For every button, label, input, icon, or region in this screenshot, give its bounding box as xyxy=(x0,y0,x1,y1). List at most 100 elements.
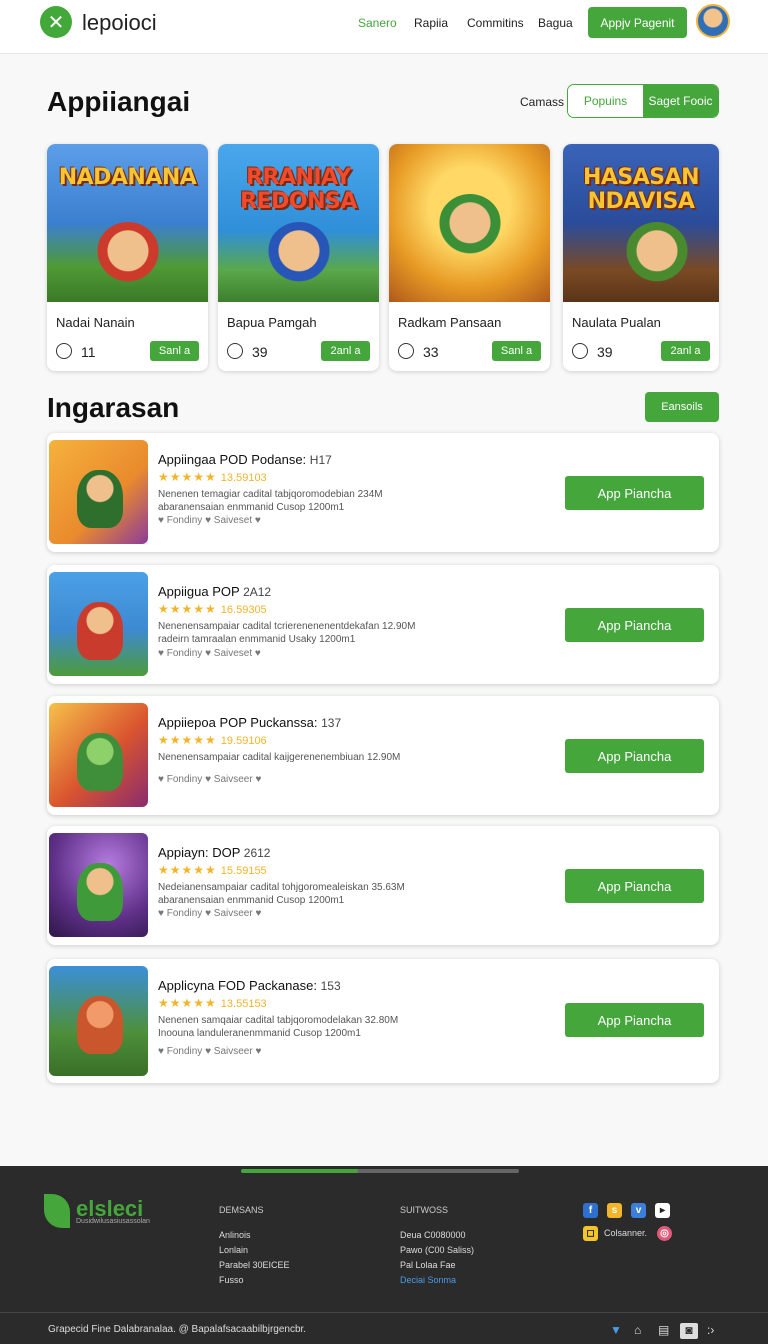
play-icon[interactable]: ▸ xyxy=(655,1203,670,1218)
sort-label: Camass xyxy=(520,95,565,109)
list-title: Ingarasan xyxy=(47,392,180,423)
card-name: Bapua Pamgah xyxy=(227,315,317,330)
footer-link[interactable]: Pawo (C00 Saliss) xyxy=(400,1243,474,1258)
shield-icon[interactable]: ▼ xyxy=(610,1323,622,1337)
game-thumbnail xyxy=(49,572,148,676)
card-name: Naulata Pualan xyxy=(572,315,661,330)
game-cover-image xyxy=(389,144,550,302)
sort-latest-tab[interactable]: Saget Fooic xyxy=(643,85,718,117)
footer-link[interactable]: Anlinois xyxy=(219,1228,290,1243)
nav-link-sanero[interactable]: Sanero xyxy=(358,16,397,30)
character-icon xyxy=(77,996,123,1054)
facebook-icon[interactable]: f xyxy=(583,1203,598,1218)
chat-icon[interactable]: ◻ xyxy=(583,1226,598,1241)
logo-x-icon[interactable]: ✕ xyxy=(40,6,72,38)
card-count: 33 xyxy=(423,344,439,360)
footer-link[interactable]: Deua C0080000 xyxy=(400,1228,474,1243)
card-action-button[interactable]: 2anl a xyxy=(661,341,710,361)
featured-card[interactable]: HASASAN NDAVISA Naulata Pualan 39 2anl a xyxy=(563,144,719,371)
rating-ring-icon xyxy=(398,343,414,359)
document-icon[interactable]: ▤ xyxy=(658,1323,669,1337)
featured-title: Appiiangai xyxy=(47,86,191,117)
item-title: Appiigua POP 2A12 xyxy=(158,584,272,599)
install-button[interactable]: App Piancha xyxy=(565,869,704,903)
footer-link[interactable]: Parabel 30EICEE xyxy=(219,1258,290,1273)
list-item[interactable]: Applicyna FOD Packanase: 153 ★★★★★ 13.551… xyxy=(47,959,719,1083)
character-icon xyxy=(77,602,123,660)
character-icon xyxy=(77,733,123,791)
logo-text[interactable]: lepoioci xyxy=(82,10,157,36)
footer-link-highlight[interactable]: Deciai Sonma xyxy=(400,1273,474,1288)
item-description: Nenenensampaiar cadital tcrierenenenentd… xyxy=(158,621,416,645)
cover-title-art: NADANANA xyxy=(58,165,197,190)
menu-dots-icon[interactable]: :› xyxy=(707,1323,714,1337)
top-header: ✕ lepoioci Sanero Rapiia Commitins Bagua… xyxy=(0,0,768,54)
star-rating: ★★★★★ 13.59103 xyxy=(158,470,267,484)
nav-link-rapiia[interactable]: Rapiia xyxy=(414,16,448,30)
game-cover-image: RRANIAY REDONSA xyxy=(218,144,379,302)
twitter-icon[interactable]: v xyxy=(631,1203,646,1218)
star-rating: ★★★★★ 19.59106 xyxy=(158,733,267,747)
rating-ring-icon xyxy=(227,343,243,359)
card-action-button[interactable]: 2anl a xyxy=(321,341,370,361)
card-action-button[interactable]: Sanl a xyxy=(150,341,199,361)
footer-column-2: SUITWOSS Deua C0080000 Pawo (C00 Saliss)… xyxy=(400,1203,474,1288)
footer-divider xyxy=(0,1312,768,1313)
list-item[interactable]: Appiigua POP 2A12 ★★★★★ 16.59305 Nenenens… xyxy=(47,565,719,684)
footer-link[interactable]: Pal Lolaa Fae xyxy=(400,1258,474,1273)
hero-character-icon xyxy=(95,222,160,286)
footer-column-1: DEMSANS Anlinois Lonlain Parabel 30EICEE… xyxy=(219,1203,290,1288)
item-description: Nenenen temagiar cadital tabjqoromodebia… xyxy=(158,489,383,513)
item-meta: ♥ Fondiny ♥ Saivseer ♥ xyxy=(158,908,262,919)
footer-link[interactable]: Lonlain xyxy=(219,1243,290,1258)
install-button[interactable]: App Piancha xyxy=(565,739,704,773)
list-item[interactable]: Appiiepoa POP Puckanssa: 137 ★★★★★ 19.591… xyxy=(47,696,719,815)
featured-card[interactable]: NADANANA Nadai Nanain 11 Sanl a xyxy=(47,144,208,371)
install-button[interactable]: App Piancha xyxy=(565,1003,704,1037)
star-rating: ★★★★★ 16.59305 xyxy=(158,602,267,616)
sort-toggle: Popuins Saget Fooic xyxy=(567,84,719,118)
item-meta: ♥ Fondiny ♥ Saiveset ♥ xyxy=(158,515,261,526)
item-meta: ♥ Fondiny ♥ Saivseer ♥ xyxy=(158,774,262,785)
footer-link[interactable]: Fusso xyxy=(219,1273,290,1288)
footer-tagline: Dusidwilusasiusassolan xyxy=(76,1218,150,1225)
card-action-button[interactable]: Sanl a xyxy=(492,341,541,361)
game-thumbnail xyxy=(49,833,148,937)
install-button[interactable]: App Piancha xyxy=(565,608,704,642)
footer-col-heading: DEMSANS xyxy=(219,1205,264,1215)
snapchat-icon[interactable]: s xyxy=(607,1203,622,1218)
star-rating: ★★★★★ 13.55153 xyxy=(158,996,267,1010)
see-more-button[interactable]: Eansoils xyxy=(645,392,719,422)
item-title: Applicyna FOD Packanase: 153 xyxy=(158,978,341,993)
item-description: Nenenen samqaiar cadital tabjqoromodelak… xyxy=(158,1015,399,1039)
install-button[interactable]: App Piancha xyxy=(565,476,704,510)
user-avatar[interactable] xyxy=(696,4,730,38)
sort-popular-tab[interactable]: Popuins xyxy=(568,85,643,117)
page-progress-bar xyxy=(241,1169,519,1173)
item-title: Appiiepoa POP Puckanssa: 137 xyxy=(158,715,342,730)
social-label: Colsanner. xyxy=(604,1228,648,1238)
brand-leaf-icon xyxy=(44,1194,70,1228)
footer-col-heading: SUITWOSS xyxy=(400,1205,449,1215)
game-cover-image: NADANANA xyxy=(47,144,208,302)
rating-ring-icon xyxy=(56,343,72,359)
instagram-icon[interactable]: ◎ xyxy=(657,1226,672,1241)
card-name: Radkam Pansaan xyxy=(398,315,502,330)
item-description: Nedeianensampaiar cadital tohjgoromealei… xyxy=(158,882,405,906)
footer: elsleci Dusidwilusasiusassolan DEMSANS A… xyxy=(0,1166,768,1344)
item-meta: ♥ Fondiny ♥ Saiveset ♥ xyxy=(158,648,261,659)
list-item[interactable]: Appiingaa POD Podanse: H17 ★★★★★ 13.59103… xyxy=(47,433,719,552)
list-item[interactable]: Appiayn: DOP 2612 ★★★★★ 15.59155 Nedeiane… xyxy=(47,826,719,945)
card-count: 39 xyxy=(252,344,268,360)
hero-character-icon xyxy=(437,194,502,258)
message-icon[interactable]: ◙ xyxy=(680,1323,698,1339)
game-thumbnail xyxy=(49,703,148,807)
nav-link-commitins[interactable]: Commitins xyxy=(467,16,524,30)
header-cta-button[interactable]: Appjv Pagenit xyxy=(588,7,687,38)
item-description: Nenenensampaiar cadital kaijgerenenembiu… xyxy=(158,752,401,763)
featured-card[interactable]: RRANIAY REDONSA Bapua Pamgah 39 2anl a xyxy=(218,144,379,371)
featured-card[interactable]: Radkam Pansaan 33 Sanl a xyxy=(389,144,550,371)
bank-icon[interactable]: ⌂ xyxy=(634,1323,641,1337)
nav-link-bagua[interactable]: Bagua xyxy=(538,16,573,30)
card-name: Nadai Nanain xyxy=(56,315,135,330)
